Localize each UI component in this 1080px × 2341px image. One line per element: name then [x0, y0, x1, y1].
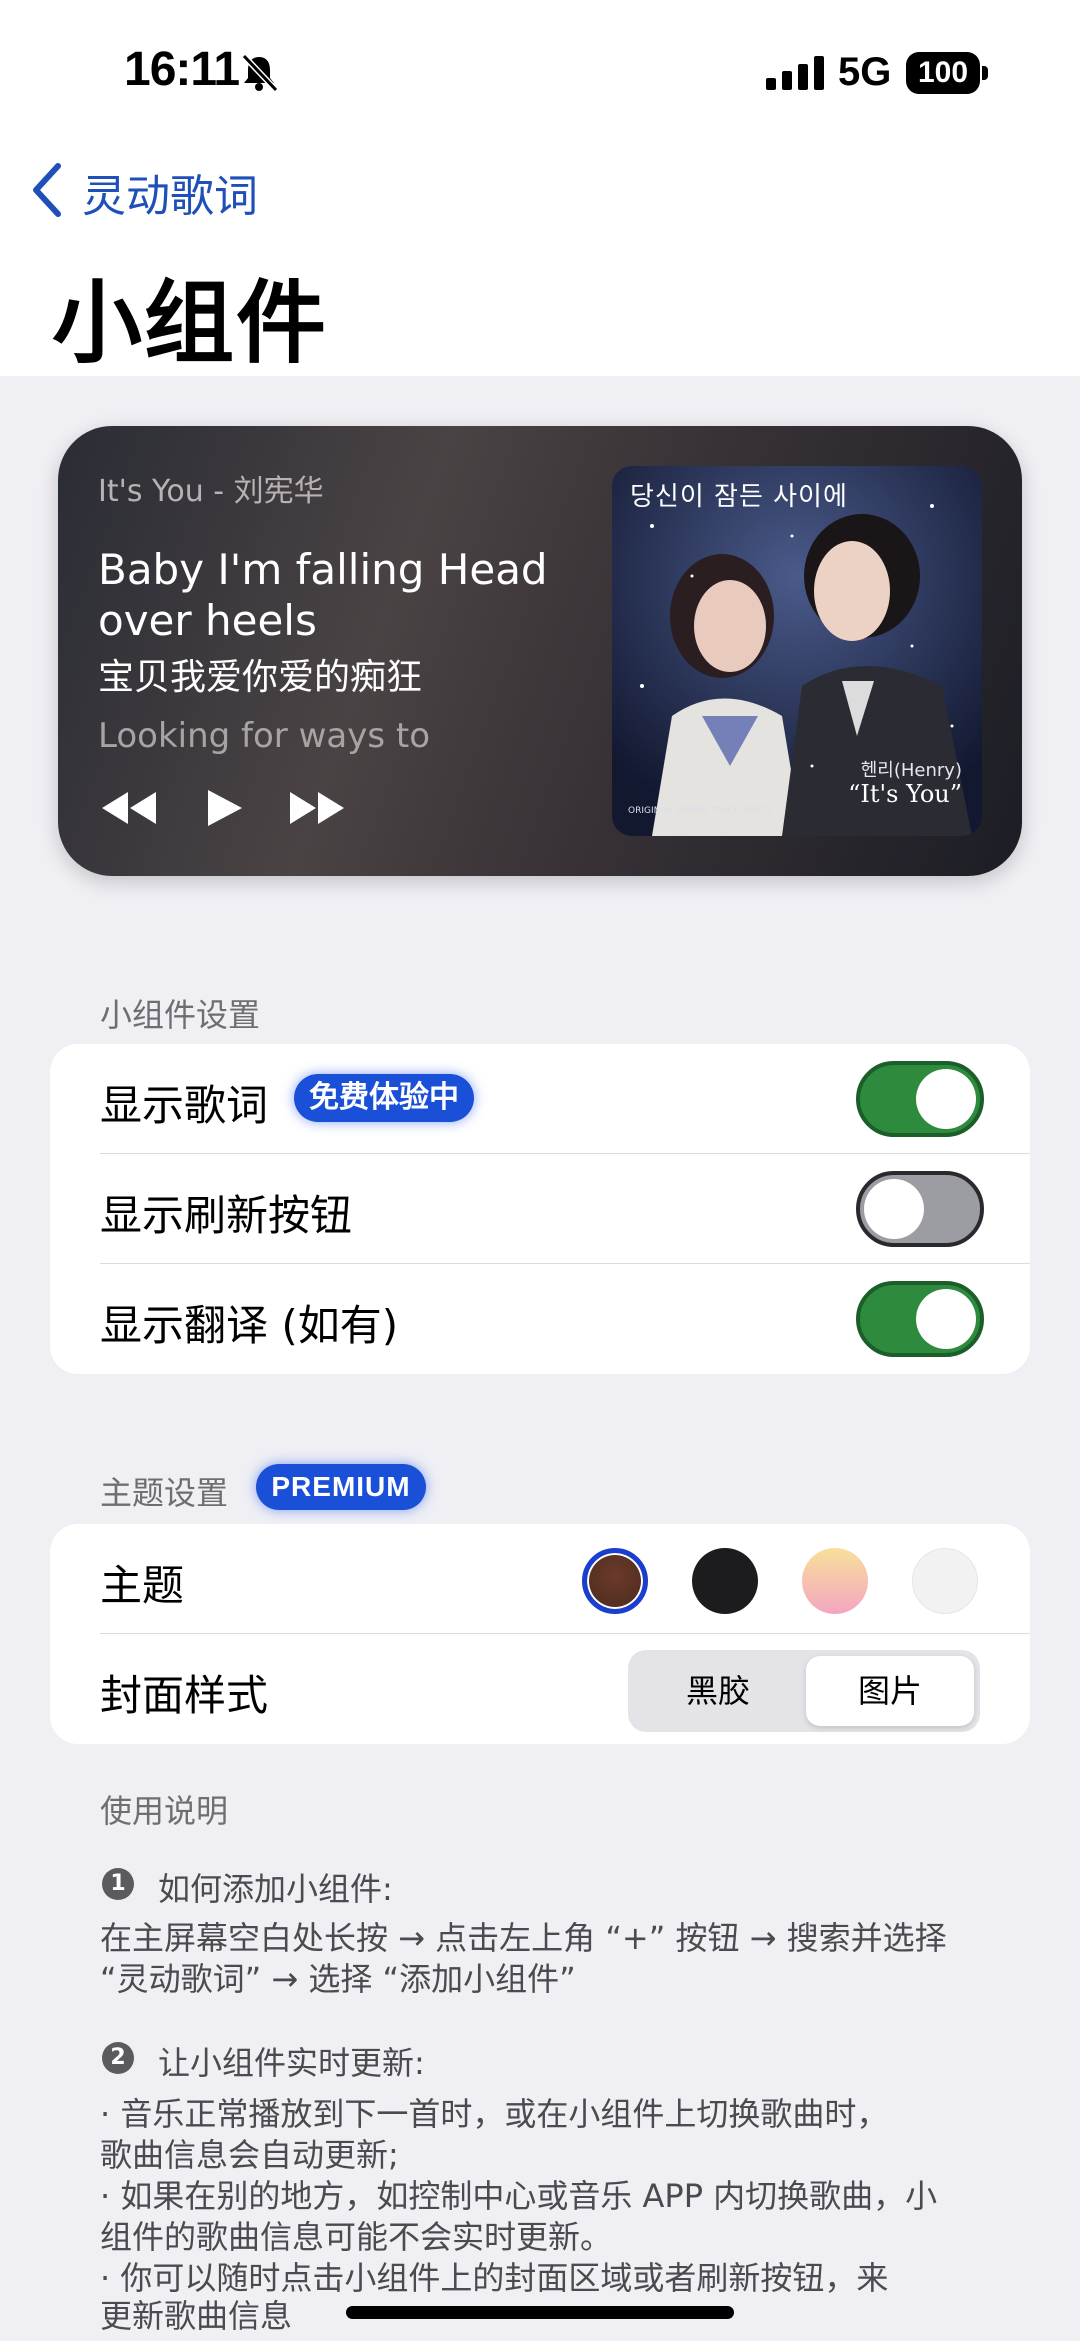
- widget-song-info: It's You - 刘宪华: [98, 474, 324, 509]
- back-button[interactable]: 灵动歌词: [82, 160, 258, 224]
- widget-next-line: Looking for ways to: [98, 716, 430, 756]
- battery-level: 100: [906, 52, 980, 94]
- show-lyrics-label: 显示歌词: [100, 1081, 269, 1130]
- theme-settings-label: 主题设置: [100, 1474, 229, 1512]
- cover-style-segmented-control: 黑胶 图片: [628, 1650, 980, 1732]
- step-2-line-3: · 如果在别的地方，如控制中心或音乐 APP 内切换歌曲，小: [100, 2177, 938, 2215]
- home-indicator[interactable]: [346, 2306, 734, 2319]
- previous-track-icon[interactable]: [98, 788, 160, 828]
- play-icon[interactable]: [204, 788, 244, 828]
- toggle-knob: [916, 1289, 976, 1349]
- cover-style-image-option[interactable]: 图片: [806, 1656, 974, 1726]
- cover-style-vinyl-option[interactable]: 黑胶: [634, 1656, 802, 1726]
- battery-icon: 100: [906, 52, 988, 94]
- cover-style-row: 封面样式 黑胶 图片: [50, 1634, 1030, 1744]
- cover-style-label: 封面样式: [100, 1671, 269, 1720]
- step-2-line-4: 组件的歌曲信息可能不会实时更新。: [100, 2218, 613, 2256]
- free-trial-badge: 免费体验中: [294, 1074, 474, 1122]
- widget-settings-label: 小组件设置: [100, 996, 261, 1034]
- cover-song: “It's You”: [848, 780, 962, 808]
- widget-translation: 宝贝我爱你爱的痴狂: [98, 657, 423, 698]
- widget-lyric: Baby I'm falling Head over heels: [98, 545, 548, 645]
- bell-muted-icon: [241, 53, 279, 93]
- theme-settings-card: 主题 封面样式 黑胶 图片: [50, 1524, 1030, 1744]
- step-2-line-2: 歌曲信息会自动更新;: [100, 2136, 399, 2174]
- status-time: 16:11: [124, 43, 240, 96]
- show-translation-row: 显示翻译 (如有): [50, 1264, 1030, 1374]
- cover-artist: 헨리(Henry): [860, 760, 962, 781]
- next-track-icon[interactable]: [286, 788, 348, 828]
- theme-label: 主题: [100, 1561, 185, 1610]
- network-label: 5G: [838, 50, 892, 94]
- cover-title-art: 당신이 잠든 사이에: [630, 482, 848, 512]
- theme-swatch-pastel[interactable]: [802, 1548, 868, 1614]
- battery-tip: [982, 66, 988, 80]
- show-lyrics-toggle[interactable]: [856, 1061, 984, 1137]
- theme-swatch-white[interactable]: [912, 1548, 978, 1614]
- show-translation-label: 显示翻译 (如有): [100, 1301, 399, 1350]
- step-2-line-1: · 音乐正常播放到下一首时，或在小组件上切换歌曲时，: [100, 2095, 889, 2133]
- instructions-title: 使用说明: [100, 1792, 229, 1830]
- theme-swatch-black[interactable]: [692, 1548, 758, 1614]
- step-2-line-5: · 你可以随时点击小组件上的封面区域或者刷新按钮，来: [100, 2259, 889, 2297]
- step-number-2: 2: [102, 2042, 134, 2074]
- show-refresh-label: 显示刷新按钮: [100, 1191, 353, 1240]
- header: 16:11 5G 100 灵动歌词 小组件: [0, 0, 1080, 376]
- widget-preview[interactable]: It's You - 刘宪华 Baby I'm falling Head ove…: [58, 426, 1022, 876]
- step-number-1: 1: [102, 1868, 134, 1900]
- toggle-knob: [864, 1179, 924, 1239]
- step-1-title: 如何添加小组件:: [158, 1870, 393, 1908]
- step-1-line-2: “灵动歌词” → 选择 “添加小组件”: [100, 1960, 576, 1998]
- widget-settings-card: 显示歌词 免费体验中 显示刷新按钮 显示翻译 (如有): [50, 1044, 1030, 1374]
- toggle-knob: [916, 1069, 976, 1129]
- show-refresh-toggle[interactable]: [856, 1171, 984, 1247]
- chevron-left-icon[interactable]: [30, 162, 64, 218]
- show-refresh-row: 显示刷新按钮: [50, 1154, 1030, 1264]
- theme-swatch-brown[interactable]: [582, 1548, 648, 1614]
- album-cover[interactable]: 당신이 잠든 사이에 헨리(Henry) “It's You” ORIGINAL…: [612, 466, 982, 836]
- show-translation-toggle[interactable]: [856, 1281, 984, 1357]
- signal-icon: [766, 56, 824, 90]
- premium-badge: PREMIUM: [256, 1464, 426, 1510]
- step-1-line-1: 在主屏幕空白处长按 → 点击左上角 “+” 按钮 → 搜索并选择: [100, 1919, 947, 1957]
- show-lyrics-row: 显示歌词 免费体验中: [50, 1044, 1030, 1154]
- theme-row: 主题: [50, 1524, 1030, 1634]
- step-2-title: 让小组件实时更新:: [158, 2044, 425, 2082]
- cover-footer-label: ORIGINAL SOUND TRACK PART.2: [628, 806, 773, 816]
- page-title: 小组件: [52, 271, 328, 376]
